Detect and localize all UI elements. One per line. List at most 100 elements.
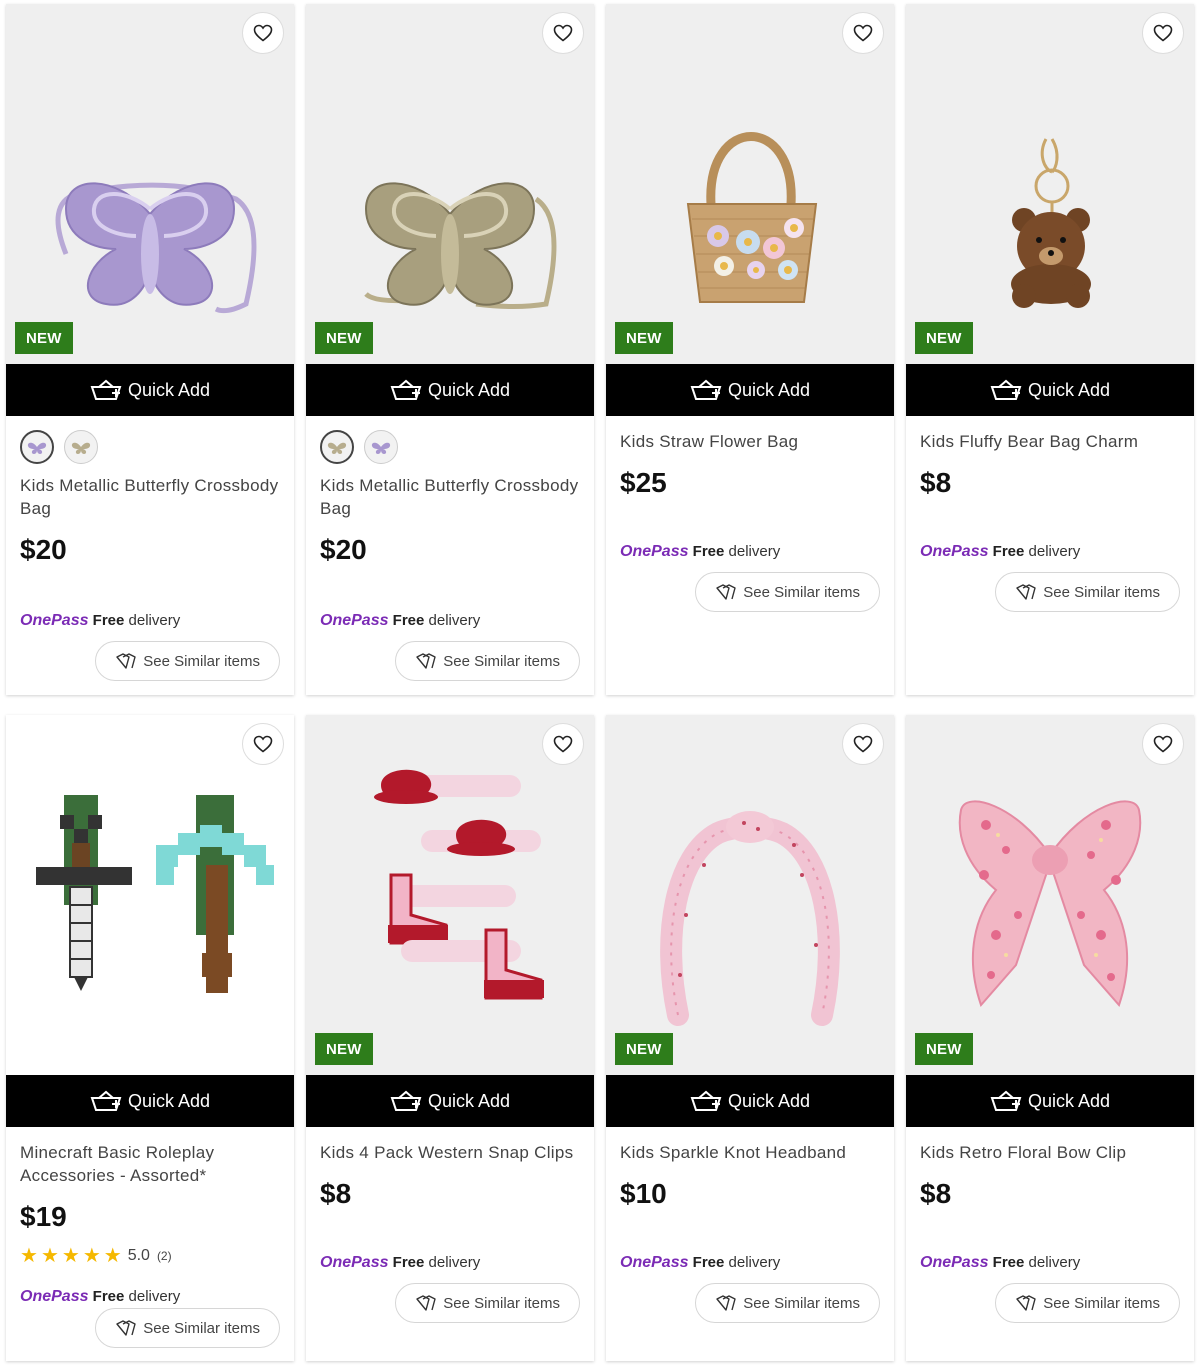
- product-price: $8: [920, 467, 952, 498]
- swatch-lilac[interactable]: [20, 430, 54, 464]
- product-title[interactable]: Kids 4 Pack Western Snap Clips: [320, 1141, 580, 1164]
- similar-items-icon: [1016, 584, 1036, 600]
- see-similar-button[interactable]: See Similar items: [395, 641, 580, 681]
- free-label: Free: [92, 612, 125, 629]
- see-similar-button[interactable]: See Similar items: [395, 1283, 580, 1323]
- product-image-art: [906, 4, 1194, 364]
- rating-count: (2): [156, 1248, 172, 1263]
- product-image-art: [6, 4, 294, 364]
- quick-add-button[interactable]: Quick Add: [606, 1075, 894, 1127]
- product-card[interactable]: NEW Quick Add Kids Fluffy Bear Bag Charm…: [906, 4, 1194, 695]
- product-image[interactable]: NEW: [306, 4, 594, 364]
- swatch-gold[interactable]: [320, 430, 354, 464]
- product-image-art: [6, 715, 294, 1075]
- product-image[interactable]: NEW: [606, 4, 894, 364]
- see-similar-label: See Similar items: [443, 1294, 560, 1312]
- quick-add-label: Quick Add: [427, 1090, 511, 1111]
- delivery-label: delivery: [728, 543, 781, 560]
- product-title[interactable]: Minecraft Basic Roleplay Accessories - A…: [20, 1141, 280, 1187]
- delivery-label: delivery: [128, 612, 181, 629]
- product-card[interactable]: NEW Quick Add Kids Metallic Butterfly Cr…: [306, 4, 594, 695]
- product-title[interactable]: Kids Straw Flower Bag: [620, 430, 880, 453]
- onepass-delivery: OnePass Free delivery: [320, 612, 480, 630]
- quick-add-label: Quick Add: [127, 379, 211, 400]
- product-card[interactable]: NEW Quick Add Kids Metallic Butterfly Cr…: [6, 4, 294, 695]
- product-title[interactable]: Kids Retro Floral Bow Clip: [920, 1141, 1180, 1164]
- new-badge: NEW: [15, 322, 73, 354]
- basket-icon: [90, 379, 122, 400]
- see-similar-button[interactable]: See Similar items: [695, 572, 880, 612]
- product-rating: ★ ★ ★ ★ ★ 5.0 (2): [20, 1243, 280, 1268]
- product-image[interactable]: NEW: [606, 715, 894, 1075]
- product-image[interactable]: NEW: [306, 715, 594, 1075]
- see-similar-button[interactable]: See Similar items: [95, 1308, 280, 1348]
- see-similar-label: See Similar items: [743, 583, 860, 601]
- free-label: Free: [92, 1288, 125, 1305]
- product-card[interactable]: NEW Quick Add Kids 4 Pack Western Snap C…: [306, 715, 594, 1361]
- quick-add-button[interactable]: Quick Add: [606, 364, 894, 416]
- see-similar-button[interactable]: See Similar items: [995, 572, 1180, 612]
- swatch-gold[interactable]: [64, 430, 98, 464]
- see-similar-label: See Similar items: [143, 1319, 260, 1337]
- product-image-art: [306, 4, 594, 364]
- similar-items-icon: [716, 584, 736, 600]
- basket-icon: [390, 379, 422, 400]
- basket-icon: [690, 379, 722, 400]
- quick-add-button[interactable]: Quick Add: [6, 1075, 294, 1127]
- see-similar-label: See Similar items: [1043, 1294, 1160, 1312]
- product-price: $8: [920, 1178, 952, 1209]
- product-price: $20: [20, 534, 67, 565]
- product-title[interactable]: Kids Sparkle Knot Headband: [620, 1141, 880, 1164]
- star-icon: ★: [61, 1245, 80, 1267]
- basket-icon: [690, 1090, 722, 1111]
- wishlist-heart-icon[interactable]: [242, 723, 284, 765]
- basket-icon: [90, 1090, 122, 1111]
- color-swatches: [320, 430, 580, 464]
- see-similar-button[interactable]: See Similar items: [995, 1283, 1180, 1323]
- product-image[interactable]: NEW: [906, 715, 1194, 1075]
- onepass-logo: OnePass: [320, 1254, 389, 1271]
- new-badge: NEW: [915, 322, 973, 354]
- product-image[interactable]: NEW: [6, 4, 294, 364]
- swatch-lilac[interactable]: [364, 430, 398, 464]
- product-card[interactable]: NEW Quick Add Kids Sparkle Knot Headband…: [606, 715, 894, 1361]
- wishlist-heart-icon[interactable]: [542, 723, 584, 765]
- see-similar-label: See Similar items: [743, 1294, 860, 1312]
- quick-add-label: Quick Add: [127, 1090, 211, 1111]
- wishlist-heart-icon[interactable]: [842, 12, 884, 54]
- product-title[interactable]: Kids Metallic Butterfly Crossbody Bag: [20, 474, 280, 520]
- onepass-delivery: OnePass Free delivery: [920, 1254, 1080, 1272]
- wishlist-heart-icon[interactable]: [242, 12, 284, 54]
- quick-add-label: Quick Add: [1027, 379, 1111, 400]
- quick-add-button[interactable]: Quick Add: [906, 1075, 1194, 1127]
- wishlist-heart-icon[interactable]: [542, 12, 584, 54]
- see-similar-button[interactable]: See Similar items: [95, 641, 280, 681]
- product-card[interactable]: NEW Quick Add Kids Straw Flower Bag $25 …: [606, 4, 894, 695]
- product-card[interactable]: Quick Add Minecraft Basic Roleplay Acces…: [6, 715, 294, 1361]
- quick-add-button[interactable]: Quick Add: [906, 364, 1194, 416]
- wishlist-heart-icon[interactable]: [1142, 12, 1184, 54]
- star-icon: ★: [103, 1245, 122, 1267]
- quick-add-button[interactable]: Quick Add: [6, 364, 294, 416]
- product-title[interactable]: Kids Fluffy Bear Bag Charm: [920, 430, 1180, 453]
- product-image[interactable]: [6, 715, 294, 1075]
- quick-add-button[interactable]: Quick Add: [306, 364, 594, 416]
- product-card[interactable]: NEW Quick Add Kids Retro Floral Bow Clip…: [906, 715, 1194, 1361]
- quick-add-button[interactable]: Quick Add: [306, 1075, 594, 1127]
- wishlist-heart-icon[interactable]: [1142, 723, 1184, 765]
- onepass-logo: OnePass: [620, 1254, 689, 1271]
- product-image-art: [306, 715, 594, 1075]
- product-image[interactable]: NEW: [906, 4, 1194, 364]
- free-label: Free: [992, 1254, 1025, 1271]
- onepass-delivery: OnePass Free delivery: [320, 1254, 480, 1272]
- rating-value: 5.0: [127, 1246, 150, 1264]
- free-label: Free: [992, 543, 1025, 560]
- see-similar-button[interactable]: See Similar items: [695, 1283, 880, 1323]
- similar-items-icon: [116, 653, 136, 669]
- see-similar-label: See Similar items: [443, 652, 560, 670]
- similar-items-icon: [116, 1320, 136, 1336]
- color-swatches: [20, 430, 280, 464]
- wishlist-heart-icon[interactable]: [842, 723, 884, 765]
- delivery-label: delivery: [428, 1254, 481, 1271]
- product-title[interactable]: Kids Metallic Butterfly Crossbody Bag: [320, 474, 580, 520]
